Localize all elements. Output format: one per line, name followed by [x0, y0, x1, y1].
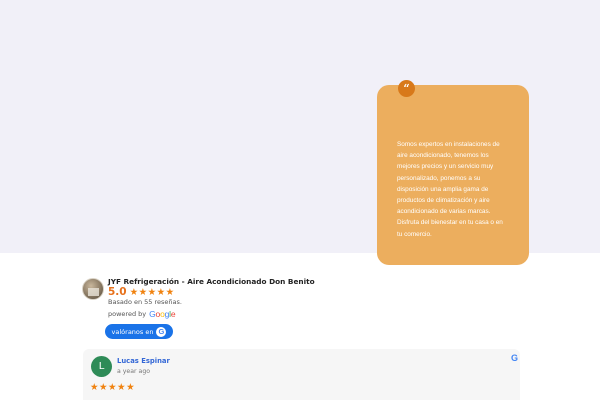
powered-by-label: powered by [108, 310, 147, 318]
powered-by-google: powered by Google [108, 309, 176, 319]
review-card: L Lucas Espinar a year ago G ★★★★★ [83, 349, 520, 400]
reviewer-avatar: L [91, 356, 112, 377]
rate-on-google-button[interactable]: valóranos en G [105, 324, 173, 339]
rating-score: 5.0 [108, 286, 127, 298]
quote-icon: “ [398, 80, 415, 97]
google-logo: Google [149, 309, 176, 319]
review-count: Basado en 55 reseñas. [108, 298, 182, 306]
business-name[interactable]: JYF Refrigeración - Aire Acondicionado D… [108, 277, 315, 286]
rate-button-label: valóranos en [111, 327, 154, 336]
business-avatar [82, 278, 104, 300]
google-g-icon: G [511, 353, 519, 363]
reviewer-name[interactable]: Lucas Espinar [117, 357, 170, 365]
review-date: a year ago [117, 368, 151, 375]
testimonial-text: Somos expertos en instalaciones de aire … [397, 141, 503, 238]
google-g-icon: G [156, 326, 167, 337]
rating-row: 5.0 ★★★★★ [108, 286, 175, 298]
rating-stars-icon: ★★★★★ [129, 286, 175, 298]
review-text [90, 396, 515, 400]
review-stars-icon: ★★★★★ [90, 382, 136, 393]
